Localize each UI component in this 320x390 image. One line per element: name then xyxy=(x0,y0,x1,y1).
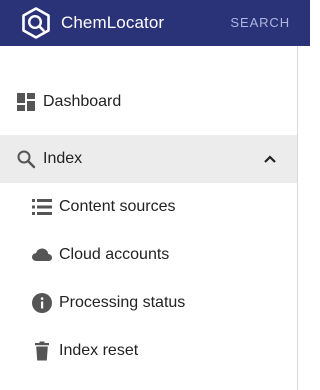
scrollbar-track[interactable] xyxy=(298,46,310,390)
sidebar-nav: Dashboard Index Content sources Cloud ac… xyxy=(0,78,297,375)
dashboard-icon xyxy=(16,92,36,112)
chevron-up-icon[interactable] xyxy=(263,152,277,166)
chemlocator-logo-icon[interactable] xyxy=(21,7,51,39)
sidebar-item-dashboard[interactable]: Dashboard xyxy=(0,78,297,126)
sidebar-item-index[interactable]: Index xyxy=(0,135,297,183)
search-icon xyxy=(16,149,36,169)
sidebar-item-processing-status[interactable]: Processing status xyxy=(0,279,297,327)
sidebar-item-label: Index xyxy=(43,150,83,167)
top-app-bar: ChemLocator SEARCH xyxy=(0,0,310,46)
sidebar-item-label: Index reset xyxy=(59,342,139,359)
trash-icon xyxy=(31,340,53,362)
sidebar-item-label: Processing status xyxy=(59,294,186,311)
sidebar-item-content-sources[interactable]: Content sources xyxy=(0,183,297,231)
sidebar-item-label: Cloud accounts xyxy=(59,246,170,263)
sidebar-item-label: Dashboard xyxy=(43,93,122,110)
sidebar-item-index-reset[interactable]: Index reset xyxy=(0,327,297,375)
cloud-icon xyxy=(31,244,53,266)
list-icon xyxy=(31,196,53,218)
sidebar-item-cloud-accounts[interactable]: Cloud accounts xyxy=(0,231,297,279)
sidebar-item-label: Content sources xyxy=(59,198,176,215)
search-button[interactable]: SEARCH xyxy=(230,15,290,30)
app-title[interactable]: ChemLocator xyxy=(61,13,164,33)
info-icon xyxy=(31,292,53,314)
